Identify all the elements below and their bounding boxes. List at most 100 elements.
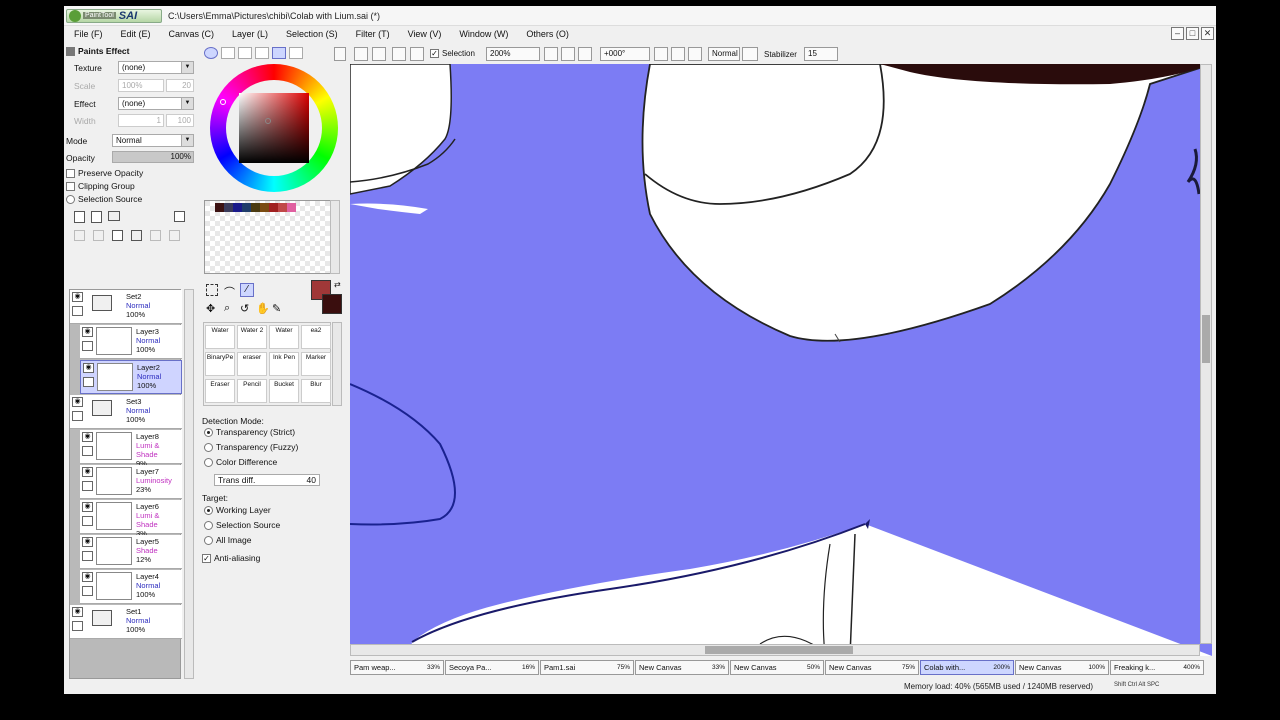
clear-layer-icon[interactable]	[112, 230, 123, 241]
hscroll-thumb[interactable]	[705, 646, 853, 654]
visibility-eye-icon[interactable]: ◉	[82, 537, 93, 547]
selection-source-checkbox[interactable]: Selection Source	[66, 194, 142, 204]
zoom-reset-button[interactable]	[578, 47, 592, 61]
select-all-icon[interactable]	[410, 47, 424, 61]
deselect-icon[interactable]	[354, 47, 368, 61]
layer-row[interactable]: ◉ Set2 Normal 100%	[70, 290, 182, 324]
layer-scrollbar[interactable]	[184, 289, 194, 679]
rotate-reset-button[interactable]	[688, 47, 702, 61]
detection-option[interactable]: Transparency (Fuzzy)	[204, 442, 298, 452]
drawing-canvas[interactable]	[350, 64, 1212, 656]
layer-row[interactable]: ◉ Set3 Normal 100%	[70, 395, 182, 429]
menu-canvas[interactable]: Canvas (C)	[169, 29, 215, 39]
brush-ea2[interactable]: ea2	[301, 325, 331, 349]
rotate-left-button[interactable]	[654, 47, 668, 61]
lock-toggle[interactable]	[72, 306, 83, 316]
move-icon[interactable]: ✥	[206, 302, 215, 315]
menu-filter[interactable]: Filter (T)	[356, 29, 390, 39]
invert-selection-icon[interactable]	[372, 47, 386, 61]
canvas-tab[interactable]: New Canvas 100%	[1015, 660, 1109, 675]
view-mode-select[interactable]: Normal	[708, 47, 740, 61]
brush-water[interactable]: Water	[205, 325, 235, 349]
zoom-select[interactable]: 200%	[486, 47, 540, 61]
brush-bucket[interactable]: Bucket	[269, 379, 299, 403]
hand-icon[interactable]: ✋	[256, 302, 270, 315]
visibility-eye-icon[interactable]: ◉	[82, 327, 93, 337]
rotation-select[interactable]: +000°	[600, 47, 650, 61]
magic-wand-icon[interactable]: ⁄	[240, 283, 254, 297]
secondary-color-swatch[interactable]	[322, 294, 342, 314]
visibility-eye-icon[interactable]: ◉	[82, 572, 93, 582]
canvas-vscrollbar[interactable]	[1200, 64, 1212, 644]
canvas-tab[interactable]: Secoya Pa... 16%	[445, 660, 539, 675]
color-swatch[interactable]	[260, 203, 269, 212]
detection-option[interactable]: Color Difference	[204, 457, 277, 467]
canvas-tab[interactable]: Pam weap... 33%	[350, 660, 444, 675]
rgb-slider-tab-icon[interactable]	[221, 47, 235, 59]
menu-others[interactable]: Others (O)	[526, 29, 569, 39]
color-swatch[interactable]	[215, 203, 224, 212]
layer-row[interactable]: ◉ Layer2 Normal 100%	[80, 360, 182, 394]
menu-file[interactable]: File (F)	[74, 29, 103, 39]
tool-scrollbar[interactable]	[332, 322, 342, 406]
selection-toggle[interactable]: Selection	[430, 49, 475, 58]
texture-select[interactable]: (none) ▼	[118, 61, 194, 74]
preserve-opacity-checkbox[interactable]: Preserve Opacity	[66, 168, 143, 178]
hsv-slider-tab-icon[interactable]	[238, 47, 252, 59]
blend-mode-select[interactable]: Normal ▼	[112, 134, 194, 147]
width-field[interactable]: 1	[118, 114, 164, 127]
color-wheel[interactable]	[210, 64, 338, 192]
visibility-eye-icon[interactable]: ◉	[83, 363, 94, 373]
brush-eraser[interactable]: Eraser	[205, 379, 235, 403]
opacity-slider[interactable]: 100%	[112, 151, 194, 163]
canvas-tab[interactable]: New Canvas 50%	[730, 660, 824, 675]
paints-effect-header[interactable]: Paints Effect	[66, 46, 130, 56]
rotate-right-button[interactable]	[671, 47, 685, 61]
zoom-in-button[interactable]	[561, 47, 575, 61]
detection-option[interactable]: Transparency (Strict)	[204, 427, 295, 437]
paste-layer-icon[interactable]	[169, 230, 180, 241]
target-option[interactable]: Selection Source	[204, 520, 280, 530]
scratchpad-tab-icon[interactable]	[289, 47, 303, 59]
brush-binarype[interactable]: BinaryPe	[205, 352, 235, 376]
color-swatch[interactable]	[233, 203, 242, 212]
canvas-tab[interactable]: Colab with... 200%	[920, 660, 1014, 675]
new-layer-icon[interactable]	[74, 211, 85, 223]
visibility-eye-icon[interactable]: ◉	[82, 432, 93, 442]
canvas-tab[interactable]: Freaking k... 400%	[1110, 660, 1204, 675]
layer-row[interactable]: ◉ Layer7 Luminosity 23%	[80, 465, 182, 499]
visibility-eye-icon[interactable]: ◉	[72, 292, 83, 302]
color-swatch[interactable]	[251, 203, 260, 212]
brush-blur[interactable]: Blur	[301, 379, 331, 403]
trash-icon[interactable]	[131, 230, 142, 241]
menu-window[interactable]: Window (W)	[459, 29, 508, 39]
lock-toggle[interactable]	[72, 411, 83, 421]
lock-toggle[interactable]	[82, 516, 93, 526]
collapse-panel-button[interactable]	[334, 47, 346, 61]
merge-down-icon[interactable]	[93, 230, 104, 241]
lock-toggle[interactable]	[82, 586, 93, 596]
color-swatch[interactable]	[278, 203, 287, 212]
new-folder-icon[interactable]	[108, 211, 120, 221]
layer-row[interactable]: ◉ Layer5 Shade 12%	[80, 535, 182, 569]
layer-row[interactable]: ◉ Layer4 Normal 100%	[80, 570, 182, 604]
color-mixer-tab-icon[interactable]	[255, 47, 269, 59]
zoom-out-button[interactable]	[544, 47, 558, 61]
vscroll-thumb[interactable]	[1202, 315, 1210, 363]
view-mode-button[interactable]	[742, 47, 758, 61]
width-num[interactable]: 100	[166, 114, 194, 127]
swatches-tab-icon[interactable]	[272, 47, 286, 59]
visibility-eye-icon[interactable]: ◉	[82, 502, 93, 512]
menu-layer[interactable]: Layer (L)	[232, 29, 268, 39]
lock-toggle[interactable]	[82, 481, 93, 491]
brush-eraser[interactable]: eraser	[237, 352, 267, 376]
scale-field[interactable]: 100%	[118, 79, 164, 92]
menu-view[interactable]: View (V)	[408, 29, 442, 39]
target-option[interactable]: All Image	[204, 535, 251, 545]
lock-toggle[interactable]	[82, 446, 93, 456]
rect-select-icon[interactable]	[206, 284, 218, 296]
visibility-eye-icon[interactable]: ◉	[72, 607, 83, 617]
rotate-icon[interactable]: ↺	[240, 302, 249, 315]
layer-row[interactable]: ◉ Layer8 Lumi & Shade 9%	[80, 430, 182, 468]
lock-toggle[interactable]	[72, 621, 83, 631]
